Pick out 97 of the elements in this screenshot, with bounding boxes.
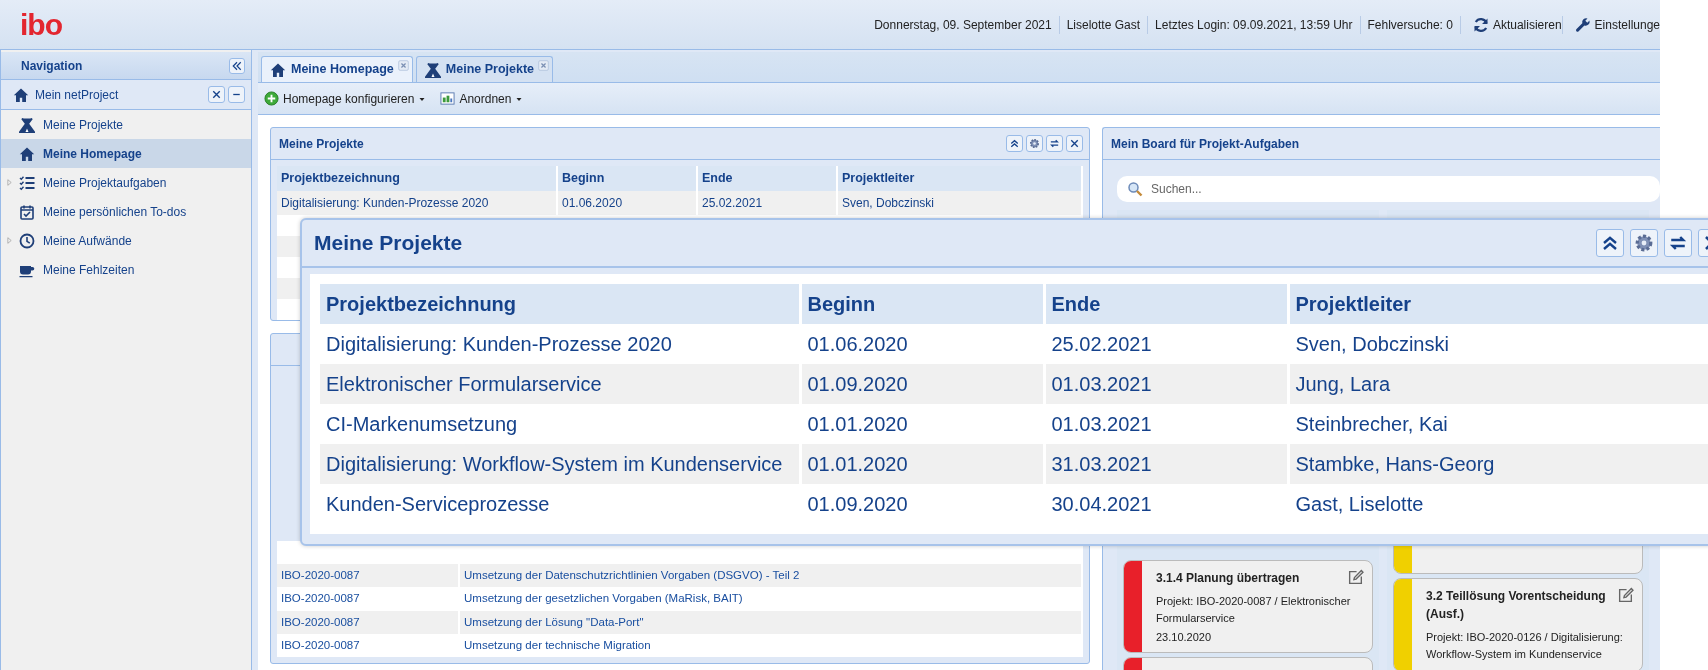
clock-icon bbox=[19, 232, 35, 249]
date-text: Donnerstag, 09. September 2021 bbox=[873, 16, 1053, 34]
card-project: Projekt: IBO-2020-0087 / Elektronischer Formularservice bbox=[1156, 594, 1352, 626]
logo: ibo bbox=[20, 9, 62, 40]
panel-title: Navigation bbox=[21, 57, 83, 75]
collapse-button[interactable] bbox=[1006, 135, 1023, 152]
double-chevron-icon bbox=[231, 59, 243, 72]
table-cell: 31.03.2021 bbox=[1044, 444, 1288, 484]
collapse-button[interactable] bbox=[1596, 229, 1624, 257]
column-header: Projektleiter bbox=[837, 166, 1082, 191]
table-cell: 01.06.2020 bbox=[557, 190, 697, 215]
refresh-button[interactable] bbox=[1046, 135, 1063, 152]
table-cell: 25.02.2021 bbox=[697, 190, 837, 215]
table-cell: Umsetzung der Lösung "Data-Port" bbox=[459, 610, 1082, 634]
minimize-button[interactable] bbox=[228, 86, 245, 103]
last-login-text: Letztes Login: 09.09.2021, 13:59 Uhr bbox=[1147, 15, 1360, 34]
table-cell: 01.01.2020 bbox=[800, 404, 1044, 444]
table-cell: Umsetzung der Datenschutzrichtlinien Vorgaben (DSGVO) - Teil 2 bbox=[459, 564, 1082, 588]
wrench-icon bbox=[1574, 16, 1591, 33]
table-cell: Digitalisierung: Workflow-System im Kundenservice bbox=[320, 444, 800, 484]
table-cell: 25.02.2021 bbox=[1044, 324, 1288, 364]
column-header: Projektbezeichnung bbox=[320, 284, 800, 324]
toolbar-button[interactable]: Anordnen bbox=[440, 89, 524, 108]
portlet-title: Mein Board für Projekt-Aufgaben bbox=[1111, 135, 1299, 153]
close-button[interactable] bbox=[1066, 135, 1083, 152]
close-icon[interactable] bbox=[397, 60, 409, 71]
collapse-button[interactable] bbox=[229, 57, 245, 74]
nav-item[interactable]: Meine persönlichen To-dos bbox=[1, 197, 251, 226]
search-field[interactable]: Suchen... bbox=[1117, 176, 1660, 202]
table-cell: Sven, Dobczinski bbox=[837, 190, 1082, 215]
close-icon bbox=[1068, 137, 1081, 150]
card-date: 23.10.2020 bbox=[1156, 630, 1213, 645]
table-cell: IBO-2020-0087 bbox=[277, 564, 459, 588]
column-header: Ende bbox=[1044, 284, 1288, 324]
table-cell: 01.06.2020 bbox=[800, 324, 1044, 364]
card-title: 3.1.4 Planung übertragen bbox=[1156, 570, 1301, 587]
column-header: Projektbezeichnung bbox=[277, 166, 557, 191]
column-header: Beginn bbox=[800, 284, 1044, 324]
table-cell: 01.01.2020 bbox=[800, 444, 1044, 484]
tent-icon bbox=[424, 61, 441, 78]
refresh-button[interactable] bbox=[1664, 229, 1692, 257]
failed-attempts-text: Fehlversuche: 0 bbox=[1359, 15, 1460, 34]
table-cell: Sven, Dobczinski bbox=[1288, 324, 1708, 364]
table-cell: IBO-2020-0087 bbox=[277, 610, 459, 634]
table-cell: Elektronischer Formularservice bbox=[320, 364, 800, 404]
toolbar-button[interactable]: Homepage konfigurieren bbox=[264, 89, 427, 108]
table-cell: IBO-2020-0087 bbox=[277, 633, 459, 657]
edit-icon[interactable] bbox=[1347, 569, 1364, 586]
table-cell: Jung, Lara bbox=[1288, 364, 1708, 404]
plus-icon bbox=[264, 91, 279, 106]
settings-button[interactable] bbox=[1026, 135, 1043, 152]
nav-item[interactable]: Meine Aufwände bbox=[1, 226, 251, 255]
home-icon bbox=[270, 61, 286, 78]
search-icon bbox=[1127, 181, 1143, 197]
portlet-title: Meine Projekte bbox=[279, 135, 364, 153]
nav-item[interactable]: Meine Projekte bbox=[1, 110, 251, 139]
task-card[interactable]: 3.1.4 Planung übertragen Projekt: IBO-2020-0087 / Elektronischer Formularservice 23.10.2020 bbox=[1123, 560, 1373, 653]
close-icon[interactable] bbox=[538, 60, 550, 71]
layout-icon bbox=[440, 91, 456, 106]
settings-button[interactable]: Einstellunge bbox=[1561, 15, 1660, 34]
refresh-icon bbox=[1472, 16, 1489, 33]
tab[interactable]: Meine Homepage bbox=[261, 56, 413, 82]
column-header: Ende bbox=[697, 166, 837, 191]
close-button[interactable] bbox=[208, 86, 225, 103]
gear-icon bbox=[1028, 137, 1041, 150]
column-header: Beginn bbox=[557, 166, 697, 191]
card-project: Projekt: IBO-2020-0126 / Digitalisierung: Workflow-System im Kundenservice bbox=[1426, 630, 1624, 662]
card-title: 3.2 Teillösung Vorentscheidung (Ausf.) bbox=[1426, 588, 1607, 623]
refresh-button[interactable]: Aktualisieren bbox=[1459, 15, 1562, 34]
collapse-icon bbox=[1008, 137, 1021, 150]
settings-button[interactable] bbox=[1630, 229, 1658, 257]
nav-item[interactable]: Meine Fehlzeiten bbox=[1, 255, 251, 284]
table-cell: Steinbrecher, Kai bbox=[1288, 404, 1708, 444]
checklist-icon bbox=[19, 174, 35, 191]
home-icon bbox=[13, 86, 29, 103]
nav-item[interactable]: Meine Projektaufgaben bbox=[1, 168, 251, 197]
table-cell: Umsetzung der technische Migration bbox=[459, 633, 1082, 657]
refresh-icon bbox=[1048, 137, 1061, 150]
tab[interactable]: Meine Projekte bbox=[415, 56, 554, 82]
table-cell: 01.03.2021 bbox=[1044, 364, 1288, 404]
user-name: Liselotte Gast bbox=[1058, 15, 1148, 34]
table-cell: Digitalisierung: Kunden-Prozesse 2020 bbox=[320, 324, 800, 364]
table-cell: Stambke, Hans-Georg bbox=[1288, 444, 1708, 484]
group-title: Mein netProject bbox=[35, 86, 119, 104]
task-card[interactable]: 3.2 Teillösung Vorentscheidung (Ausf.) Projekt: IBO-2020-0126 / Digitalisierung: Workflow-System im Kundenservice bbox=[1393, 578, 1643, 670]
calendar-icon bbox=[19, 203, 35, 220]
column-header: Projektleiter bbox=[1288, 284, 1708, 324]
table-cell: CI-Markenumsetzung bbox=[320, 404, 800, 444]
table-cell: 01.03.2021 bbox=[1044, 404, 1288, 444]
tent-icon bbox=[19, 116, 35, 133]
table-cell: 01.09.2020 bbox=[800, 364, 1044, 404]
home-icon bbox=[19, 145, 35, 162]
portlet-title: Meine Projekte bbox=[314, 230, 463, 257]
nav-item[interactable]: Meine Homepage bbox=[1, 139, 251, 168]
close-icon bbox=[210, 88, 223, 101]
edit-icon[interactable] bbox=[1617, 587, 1634, 604]
table-cell: Digitalisierung: Kunden-Prozesse 2020 bbox=[277, 190, 557, 215]
